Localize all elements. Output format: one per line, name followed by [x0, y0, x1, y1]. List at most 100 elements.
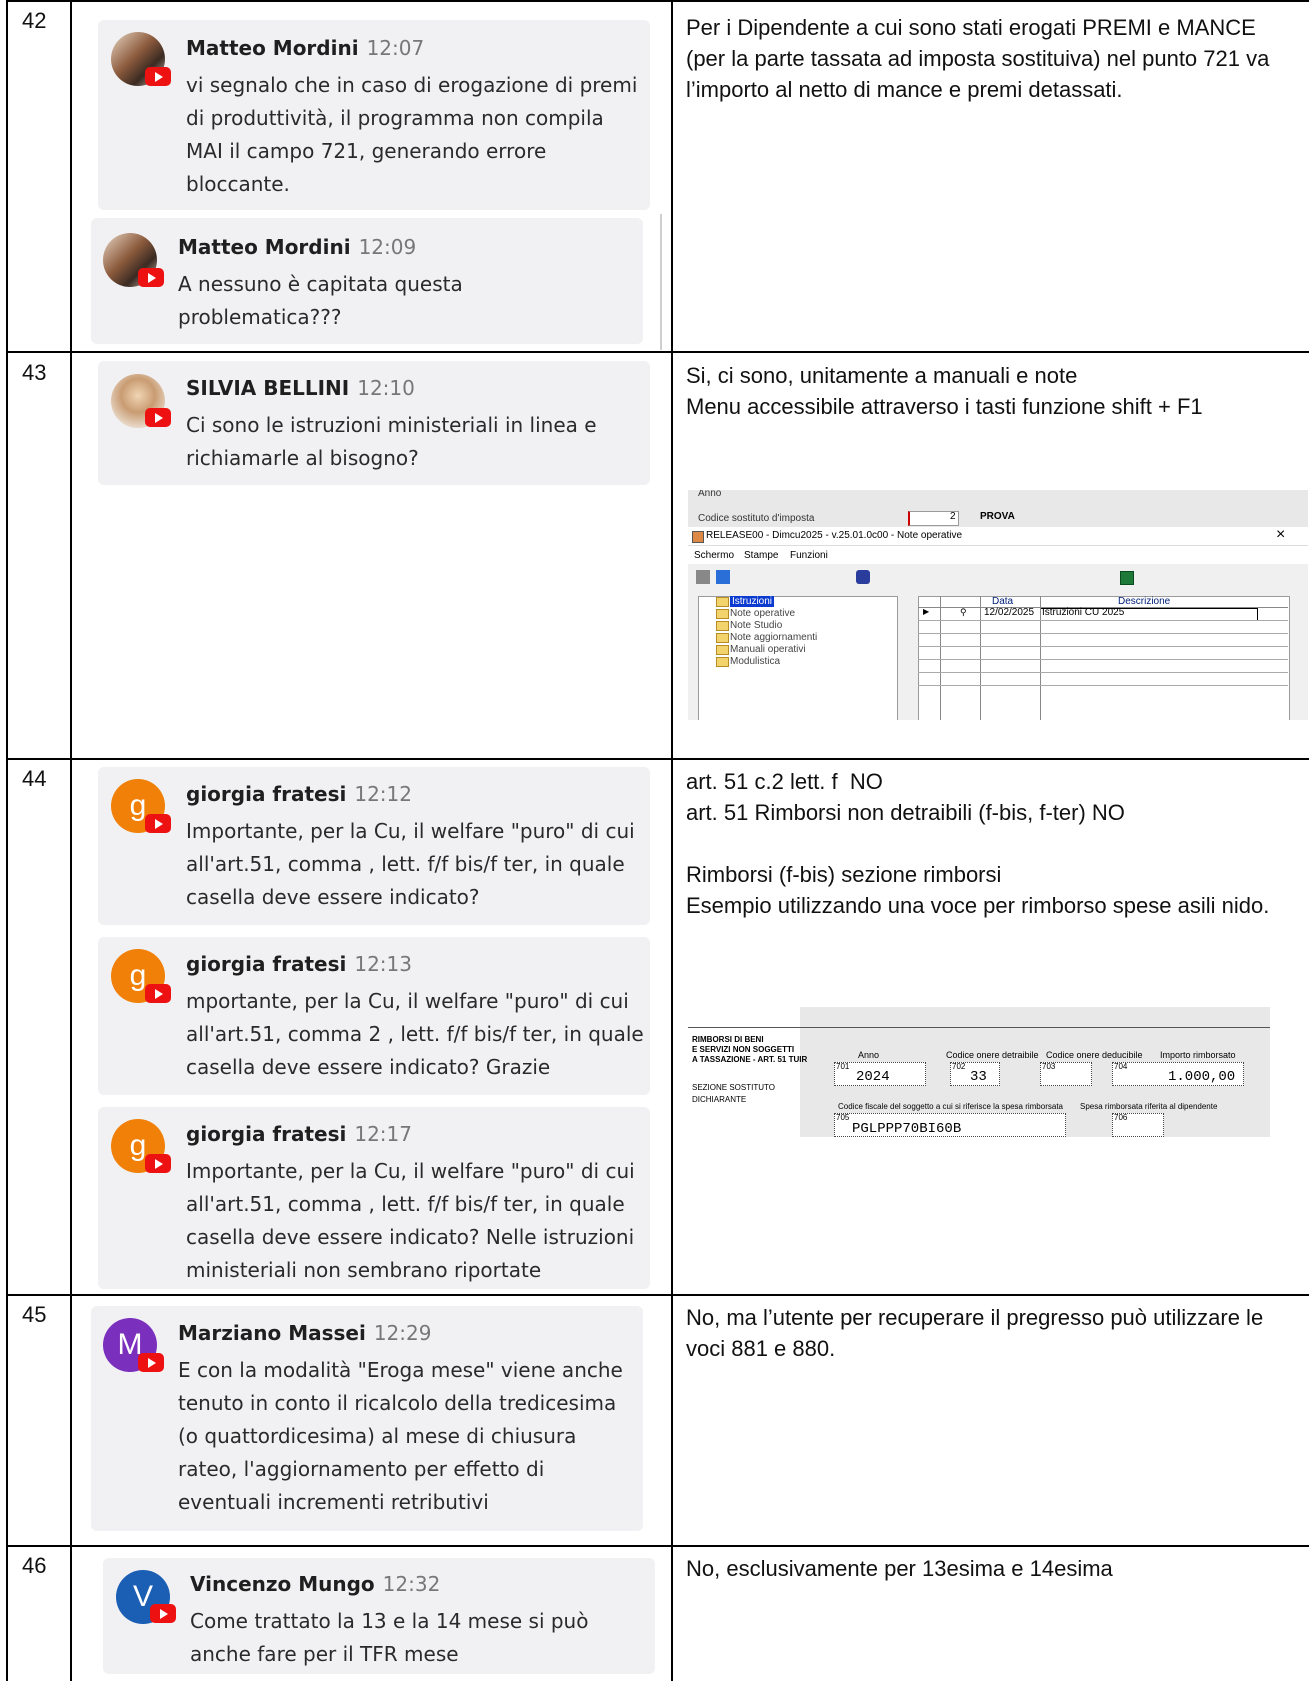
grid-hline [918, 659, 1288, 660]
youtube-icon [138, 1353, 164, 1372]
message-text: A nessuno è capitata questa problematica… [178, 272, 463, 329]
column-divider-1 [70, 0, 72, 1681]
section-subtitle: SEZIONE SOSTITUTO [692, 1083, 775, 1092]
answer-line: No, ma l’utente per recuperare il pregre… [686, 1305, 1270, 1361]
answer-line: art. 51 Rimborsi non detraibili (f-bis, … [686, 800, 1125, 825]
author-name: giorgia fratesi [186, 952, 347, 976]
rimborsi-form-screenshot: RIMBORSI DI BENI E SERVIZI NON SOGGETTI … [688, 1007, 1270, 1137]
message-author: Vincenzo Mungo 12:32 [190, 1572, 440, 1596]
document-table: 42 43 44 45 46 Matteo Mordini 12:07 vi se… [0, 0, 1309, 1681]
section-title: E SERVIZI NON SOGGETTI [692, 1045, 795, 1054]
save-icon[interactable] [696, 570, 710, 584]
author-name: Matteo Mordini [186, 36, 359, 60]
message-text: vi segnalo che in caso di erogazione di … [186, 73, 638, 196]
answer-line: Per i Dipendente a cui sono stati erogat… [686, 15, 1276, 102]
label-anno: Anno [698, 490, 722, 499]
message-time: 12:12 [354, 782, 412, 806]
value-onere: 33 [970, 1069, 987, 1085]
row-divider [6, 758, 1309, 760]
grid-hline [918, 633, 1288, 634]
youtube-icon [145, 408, 171, 427]
tree-folder-icon [716, 597, 729, 607]
message-text: E con la modalità "Eroga mese" viene anc… [178, 1358, 623, 1514]
section-title: RIMBORSI DI BENI [692, 1035, 764, 1044]
row-divider [6, 1545, 1309, 1547]
label-spesa-rimborsata: Spesa rimborsata riferita al dipendente [1080, 1102, 1218, 1111]
message-author: SILVIA BELLINI 12:10 [186, 376, 415, 400]
row-number: 42 [22, 8, 47, 33]
value-codice-fiscale: PGLPPP70BI60B [852, 1121, 962, 1137]
youtube-icon [150, 1604, 176, 1623]
close-button[interactable]: × [1276, 526, 1285, 544]
message-time: 12:29 [373, 1321, 432, 1345]
grid-hline [918, 646, 1288, 647]
grid-cell-date: 12/02/2025 [984, 607, 1035, 618]
youtube-icon [145, 814, 171, 833]
tree-item[interactable]: Istruzioni [730, 596, 775, 607]
message-author: giorgia fratesi 12:17 [186, 1122, 412, 1146]
value-anno: 2024 [856, 1069, 890, 1085]
answer-line: Rimborsi (f-bis) sezione rimborsi [686, 862, 1002, 887]
author-name: giorgia fratesi [186, 1122, 347, 1146]
tree-item[interactable]: Note Studio [730, 620, 782, 631]
header-anno: Anno [858, 1050, 880, 1060]
codice-value: 2 [950, 511, 956, 522]
author-name: giorgia fratesi [186, 782, 347, 806]
excel-icon[interactable] [1120, 571, 1134, 585]
tree-folder-icon [716, 609, 729, 619]
tree-folder-icon [716, 645, 729, 655]
menu-stampe[interactable]: Stampe [744, 550, 778, 561]
back-icon[interactable] [716, 570, 730, 584]
youtube-icon [145, 67, 171, 86]
answer-text: Per i Dipendente a cui sono stati erogat… [686, 12, 1296, 105]
form-top-rule [688, 1027, 1270, 1028]
message-text: Come trattato la 13 e la 14 mese si può … [190, 1609, 589, 1666]
message-author: Matteo Mordini 12:09 [178, 235, 416, 259]
grid-header-data: Data [992, 596, 1014, 607]
table-border-left [6, 0, 8, 1681]
scrollbar-track [660, 214, 662, 350]
message-text: Ci sono le istruzioni ministeriali in li… [186, 413, 597, 470]
message-text: Importante, per la Cu, il welfare "puro"… [186, 819, 635, 909]
prova-label: PROVA [980, 511, 1015, 522]
grid-hline [918, 685, 1288, 686]
message-time: 12:17 [354, 1122, 412, 1146]
tree-folder-icon [716, 633, 729, 643]
code-706: 706 [1114, 1113, 1128, 1122]
label-codice: Codice sostituto d'imposta [698, 513, 815, 524]
section-subtitle: DICHIARANTE [692, 1095, 747, 1104]
menu-funzioni[interactable]: Funzioni [790, 550, 828, 561]
row-number: 45 [22, 1302, 47, 1327]
menu-schermo[interactable]: Schermo [694, 550, 734, 561]
answer-text: Si, ci sono, unitamente a manuali e note… [686, 360, 1296, 422]
grid-vline [1040, 596, 1041, 720]
youtube-icon [145, 1154, 171, 1173]
tree-item[interactable]: Note aggiornamenti [730, 632, 817, 643]
row-number: 44 [22, 766, 47, 791]
message-author: Matteo Mordini 12:07 [186, 36, 424, 60]
header-onere-detraibile: Codice onere detraibile [946, 1050, 1039, 1060]
tree-item[interactable]: Note operative [730, 608, 795, 619]
app-icon [692, 531, 704, 543]
tree-item[interactable]: Modulistica [730, 656, 780, 667]
message-time: 12:10 [357, 376, 415, 400]
menu-bar [688, 546, 1308, 564]
code-705: 705 [836, 1113, 850, 1122]
code-704: 704 [1114, 1062, 1128, 1071]
answer-line: art. 51 c.2 lett. f NO [686, 769, 883, 794]
binoculars-icon[interactable] [856, 570, 870, 584]
grid-row-pointer: ▶ [923, 607, 930, 616]
answer-line: No, esclusivamente per 13esima e 14esima [686, 1556, 1113, 1581]
row-number: 43 [22, 360, 47, 385]
tree-item[interactable]: Manuali operativi [730, 644, 806, 655]
grid-hline [918, 620, 1288, 621]
tree-folder-icon [716, 621, 729, 631]
note-operative-screenshot: Anno Codice sostituto d'imposta 2 PROVA … [688, 490, 1308, 720]
search-icon[interactable]: ⚲ [960, 607, 967, 618]
header-onere-deducibile: Codice onere deducibile [1046, 1050, 1143, 1060]
value-importo: 1.000,00 [1168, 1069, 1236, 1085]
message-author: Marziano Massei 12:29 [178, 1321, 431, 1345]
author-name: Marziano Massei [178, 1321, 366, 1345]
table-border-top [6, 0, 1309, 2]
section-title: A TASSAZIONE - ART. 51 TUIR [692, 1055, 808, 1064]
